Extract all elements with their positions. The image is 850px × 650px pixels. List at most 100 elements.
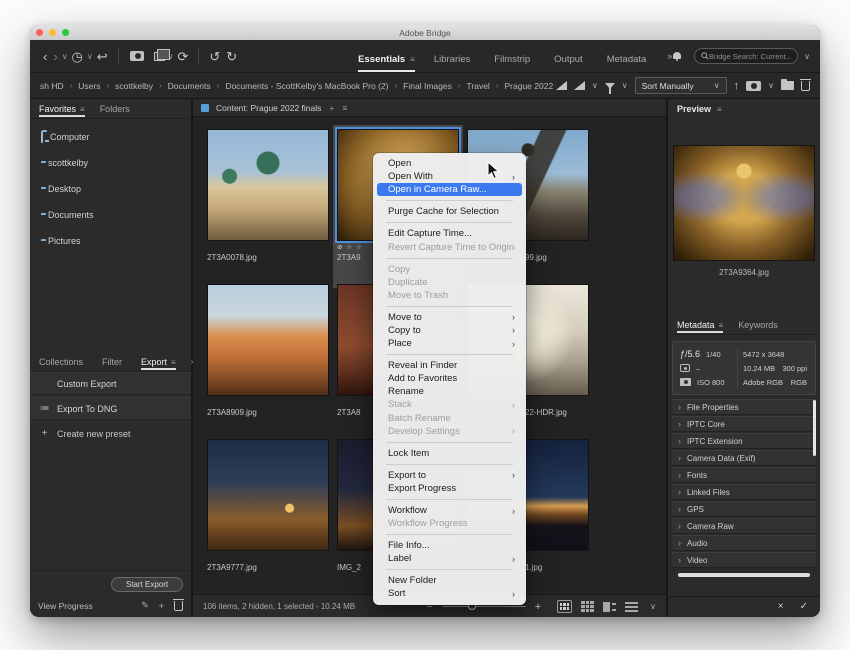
context-menu-item[interactable]: Workflow › — [377, 504, 522, 517]
filter-funnel-icon[interactable] — [605, 83, 615, 89]
rating-ramp-2-icon[interactable] — [574, 81, 585, 90]
panel-menu-icon[interactable]: ≡ — [171, 358, 176, 367]
breadcrumb-item[interactable]: sh HD › — [40, 81, 78, 91]
export-preset-item[interactable]: ≔ Export To DNG — [30, 397, 191, 420]
thumbnail-view-icon[interactable] — [581, 601, 594, 612]
rotate-ccw-icon[interactable]: ↺ — [209, 50, 220, 63]
thumbnail-image[interactable] — [207, 284, 329, 396]
back-icon[interactable]: ‹ — [43, 50, 47, 63]
context-menu-item[interactable]: Export to › — [377, 469, 522, 482]
import-from-camera-icon[interactable] — [130, 51, 144, 61]
cancel-metadata-icon[interactable]: × — [778, 601, 784, 612]
list-view-icon[interactable] — [625, 602, 638, 612]
workspace-tab[interactable]: Output — [554, 45, 588, 72]
breadcrumb-item[interactable]: Prague 2022 finals — [505, 81, 556, 91]
get-photos-camera-icon[interactable] — [746, 81, 761, 91]
funnel-chevron-icon[interactable]: ∨ — [622, 81, 628, 90]
context-menu-item[interactable]: Revert Capture Time to Original › — [377, 240, 522, 253]
context-menu-item[interactable]: › — [386, 569, 513, 570]
context-menu-item[interactable]: Workflow Progress › — [377, 517, 522, 530]
panel-tab[interactable]: Metadata ≡ — [677, 316, 723, 333]
context-menu-item[interactable]: Open › — [377, 157, 522, 170]
context-menu-item[interactable]: Purge Cache for Selection › — [377, 205, 522, 218]
recent-files-clock-icon[interactable]: ◷ — [72, 50, 83, 63]
context-menu-item[interactable]: Move to Trash › — [377, 289, 522, 302]
workspace-tab[interactable]: Metadata — [607, 45, 652, 72]
forward-icon[interactable]: › — [53, 50, 57, 63]
details-view-icon[interactable] — [603, 602, 616, 612]
favorites-item[interactable]: Computer — [30, 124, 191, 150]
thumbnail-image[interactable] — [207, 439, 329, 551]
panel-tab[interactable]: Folders — [100, 100, 134, 117]
panel-tab[interactable]: Collections — [39, 353, 87, 370]
metadata-vertical-scrollbar[interactable] — [813, 400, 816, 456]
apply-metadata-icon[interactable]: ✓ — [800, 601, 808, 612]
export-preset-item[interactable]: + Create new preset — [30, 422, 191, 445]
context-menu-item[interactable]: Stack › — [377, 398, 522, 411]
nav-chevron-icon[interactable]: ∨ — [62, 50, 68, 63]
metadata-section-row[interactable]: File Properties — [672, 399, 816, 415]
panel-tab[interactable]: Export ≡ — [141, 353, 176, 370]
thumbnail-cell[interactable]: 2T3A8909.jpg — [207, 284, 329, 439]
context-menu-item[interactable]: › — [386, 464, 513, 465]
sort-dropdown[interactable]: Sort Manually ∨ — [635, 77, 727, 94]
context-menu-item[interactable]: Place › — [377, 337, 522, 350]
breadcrumb-item[interactable]: Final Images › — [403, 81, 466, 91]
context-menu-item[interactable]: Add to Favorites › — [377, 372, 522, 385]
context-menu-item[interactable]: Open in Camera Raw... › — [377, 183, 522, 196]
context-menu-item[interactable]: Batch Rename › — [377, 412, 522, 425]
context-menu-item[interactable]: › — [386, 258, 513, 259]
rotate-cw-icon[interactable]: ↻ — [226, 50, 237, 63]
rating-ramp-icon[interactable] — [556, 81, 567, 90]
context-menu-item[interactable]: Copy to › — [377, 324, 522, 337]
thumbnail-cell[interactable]: 2T3A0078.jpg — [207, 129, 329, 284]
export-preset-item[interactable]: Custom Export — [30, 372, 191, 395]
ramp-chevron-icon[interactable]: ∨ — [592, 81, 598, 90]
thumbnail-filename[interactable]: 2T3A0078.jpg — [207, 253, 329, 262]
metadata-section-row[interactable]: Linked Files — [672, 484, 816, 500]
breadcrumb-item[interactable]: scottkelby › — [115, 81, 167, 91]
delete-preset-trash-icon[interactable] — [174, 601, 183, 611]
context-menu-item[interactable]: Label › — [377, 552, 522, 565]
content-menu-icon[interactable]: ≡ — [342, 103, 347, 113]
metadata-section-row[interactable]: IPTC Extension — [672, 433, 816, 449]
favorites-item[interactable]: Documents — [30, 202, 191, 228]
context-menu-item[interactable]: Move to › — [377, 311, 522, 324]
breadcrumb-item[interactable]: Users › — [78, 81, 115, 91]
context-menu-item[interactable]: Edit Capture Time... › — [377, 227, 522, 240]
context-menu-item[interactable]: › — [386, 442, 513, 443]
new-folder-icon[interactable] — [781, 81, 794, 90]
context-menu-item[interactable]: › — [386, 222, 513, 223]
zoom-slider[interactable] — [442, 606, 526, 607]
workspace-tab[interactable]: Filmstrip — [494, 45, 535, 72]
thumbnail-image[interactable] — [207, 129, 329, 241]
metadata-section-row[interactable]: GPS — [672, 501, 816, 517]
thumbnail-rating-badges[interactable] — [207, 398, 329, 407]
breadcrumb-item[interactable]: Documents › — [168, 81, 226, 91]
panel-menu-icon[interactable]: ≡ — [719, 321, 724, 330]
metadata-section-row[interactable]: Audio — [672, 535, 816, 551]
context-menu-item[interactable]: Develop Settings › — [377, 425, 522, 438]
context-menu-item[interactable]: Lock Item › — [377, 447, 522, 460]
delete-trash-icon[interactable] — [801, 81, 810, 91]
sort-ascending-icon[interactable]: ↑ — [734, 80, 740, 92]
metadata-section-row[interactable]: Camera Data (Exif) — [672, 450, 816, 466]
context-menu-item[interactable]: Rename › — [377, 385, 522, 398]
grid-view-icon[interactable] — [557, 600, 572, 613]
panel-menu-icon[interactable]: ≡ — [80, 105, 85, 114]
metadata-section-row[interactable]: Video — [672, 552, 816, 568]
refine-stack-icon[interactable] — [154, 52, 165, 61]
view-options-chevron-icon[interactable]: ∨ — [650, 602, 656, 611]
favorites-item[interactable]: Pictures — [30, 228, 191, 254]
favorites-item[interactable]: scottkelby — [30, 150, 191, 176]
context-menu-item[interactable]: File Info... › — [377, 539, 522, 552]
favorites-item[interactable]: Desktop — [30, 176, 191, 202]
preview-image[interactable] — [673, 145, 815, 261]
start-export-button[interactable]: Start Export — [111, 577, 183, 592]
view-progress-label[interactable]: View Progress — [38, 601, 93, 611]
panel-tab[interactable]: Filter — [102, 353, 126, 370]
thumbnail-rating-badges[interactable] — [207, 553, 329, 562]
panel-tab[interactable]: Favorites ≡ — [39, 100, 85, 117]
breadcrumb-item[interactable]: Documents - ScottKelby's MacBook Pro (2)… — [225, 81, 403, 91]
bell-icon[interactable] — [672, 52, 682, 61]
